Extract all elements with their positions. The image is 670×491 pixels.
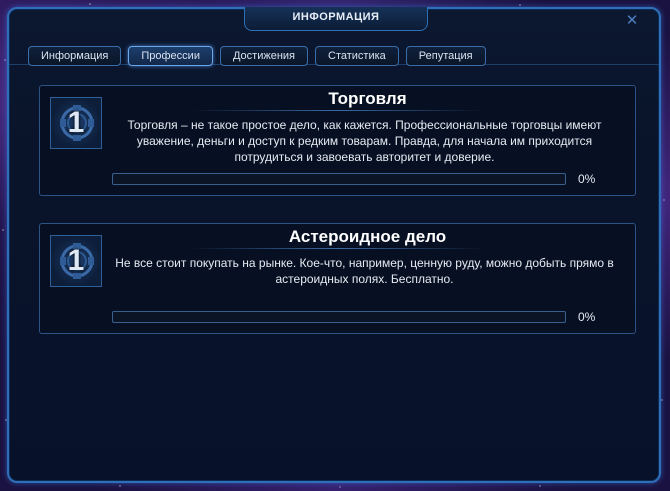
profession-description: Торговля – не такое простое дело, как ка…	[127, 118, 602, 164]
title-divider	[190, 110, 485, 111]
profession-title: Астероидное дело	[288, 227, 447, 246]
title-plate: ИНФОРМАЦИЯ	[244, 7, 428, 31]
tab-professions[interactable]: Профессии	[128, 46, 213, 66]
close-icon[interactable]: ✕	[625, 13, 639, 28]
profession-level: 1	[67, 244, 85, 277]
progress-label: 0%	[578, 310, 596, 324]
tab-info[interactable]: Информация	[28, 46, 122, 66]
profession-title: Торговля	[328, 89, 407, 108]
profession-level-badge: 1	[50, 235, 102, 287]
title-divider	[190, 248, 485, 249]
profession-progress-bar	[112, 173, 566, 185]
profession-level-badge: 1	[50, 97, 102, 149]
tab-statistics[interactable]: Статистика	[315, 46, 399, 66]
title-bar: ИНФОРМАЦИЯ ✕	[9, 7, 659, 35]
profession-card-trade: 1 Торговля Торговля – не такое простое д…	[39, 85, 636, 196]
tab-reputation[interactable]: Репутация	[405, 46, 486, 66]
profession-level: 1	[67, 106, 85, 139]
window-title: ИНФОРМАЦИЯ	[292, 11, 380, 23]
profession-description: Не все стоит покупать на рынке. Кое-что,…	[115, 256, 614, 286]
profession-card-asteroid: 1 Астероидное дело Не все стоит покупать…	[39, 223, 636, 334]
profession-progress-bar	[112, 311, 566, 323]
tab-achievements[interactable]: Достижения	[219, 46, 308, 66]
tab-bar: Информация Профессии Достижения Статисти…	[28, 46, 486, 66]
info-window: ИНФОРМАЦИЯ ✕ Информация Профессии Достиж…	[7, 7, 661, 483]
progress-label: 0%	[578, 172, 596, 186]
